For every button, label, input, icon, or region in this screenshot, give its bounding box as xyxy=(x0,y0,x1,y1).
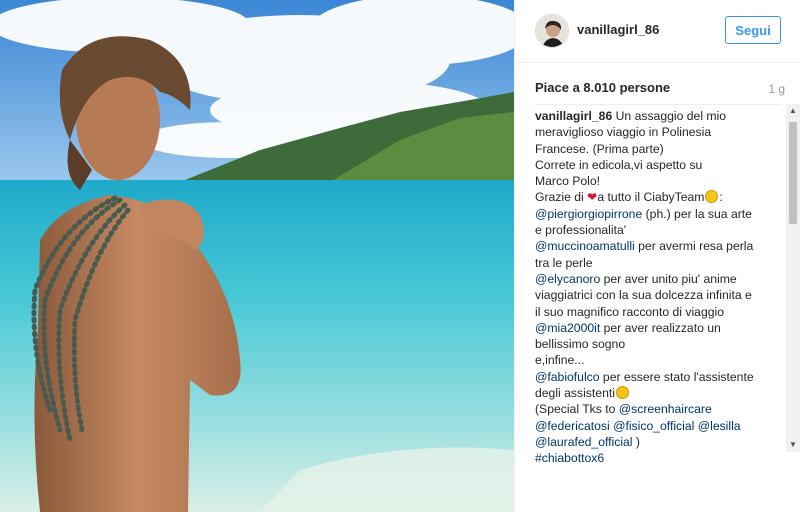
mention-link[interactable]: @screenhaircare xyxy=(619,402,712,416)
caption-text: tra le perle xyxy=(535,255,593,270)
caption-text: : xyxy=(719,190,723,205)
divider xyxy=(535,104,781,105)
mention-link[interactable]: @elycanoro xyxy=(535,272,600,286)
mention-link[interactable]: @piergiorgiopirrone xyxy=(535,207,642,221)
mention-link[interactable]: @mia2000it xyxy=(535,321,600,335)
mention-link[interactable]: @lesilla xyxy=(698,419,741,433)
likes-row: Piace a 8.010 persone 1 g xyxy=(535,80,785,98)
caption-username[interactable]: vanillagirl_86 xyxy=(535,109,612,123)
avatar[interactable] xyxy=(535,14,569,48)
caption-text: il suo magnifico racconto di viaggio xyxy=(535,304,725,319)
caption-scrollbar[interactable]: ▲ ▼ xyxy=(786,104,800,452)
scroll-up-icon[interactable]: ▲ xyxy=(786,104,800,118)
caption-text: Grazie di xyxy=(535,190,588,205)
post-sidebar: vanillagirl_86 Segui Piace a 8.010 perso… xyxy=(514,0,800,512)
post-header: vanillagirl_86 Segui xyxy=(515,0,800,63)
smile-emoji-icon xyxy=(705,190,719,204)
caption-text: per aver unito piu' anime xyxy=(600,271,737,286)
post-caption: vanillagirl_86 Un assaggio del mio merav… xyxy=(535,108,783,464)
mention-link[interactable]: @muccinoamatulli xyxy=(535,239,635,253)
mention-link[interactable]: @federicatosi xyxy=(535,419,610,433)
post-photo[interactable] xyxy=(0,0,514,512)
post-time[interactable]: 1 g xyxy=(768,82,785,96)
caption-text: e professionalita' xyxy=(535,223,627,238)
scroll-down-icon[interactable]: ▼ xyxy=(786,438,800,452)
caption-text: bellissimo sogno xyxy=(535,337,626,352)
mention-link[interactable]: @fabiofulco xyxy=(535,370,600,384)
mention-link[interactable]: @fisico_official xyxy=(613,419,694,433)
smile-emoji-icon xyxy=(615,386,629,400)
likes-count[interactable]: Piace a 8.010 persone xyxy=(535,80,670,95)
follow-button[interactable]: Segui xyxy=(725,16,781,44)
caption-text: per essere stato l'assistente xyxy=(599,369,754,384)
caption-text: Marco Polo! xyxy=(535,174,601,189)
heart-icon: ❤ xyxy=(587,190,598,205)
scrollbar-thumb[interactable] xyxy=(789,122,797,224)
mention-link[interactable]: @laurafed_official xyxy=(535,435,633,449)
caption-text: degli assistenti xyxy=(535,386,615,401)
caption-text: a tutto il CiabyTeam xyxy=(597,190,705,205)
post-username[interactable]: vanillagirl_86 xyxy=(577,22,659,37)
caption-text: e,infine... xyxy=(535,353,585,368)
caption-text: per avermi resa perla xyxy=(634,239,754,254)
hashtag-link[interactable]: #chiabottox6 xyxy=(535,451,604,464)
caption-text: (ph.) per la sua arte xyxy=(642,206,752,221)
caption-text: viaggiatrici con la sua dolcezza infinit… xyxy=(535,288,752,303)
caption-text: (Special Tks to xyxy=(535,402,619,417)
caption-text: meraviglioso viaggio in Polinesia xyxy=(535,125,712,140)
caption-text: Un assaggio del mio xyxy=(612,109,727,123)
caption-text: Francese. (Prima parte) xyxy=(535,141,664,156)
caption-text: ) xyxy=(632,434,640,449)
caption-text: per aver realizzato un xyxy=(600,320,721,335)
caption-text: Correte in edicola,vi aspetto su xyxy=(535,157,703,172)
